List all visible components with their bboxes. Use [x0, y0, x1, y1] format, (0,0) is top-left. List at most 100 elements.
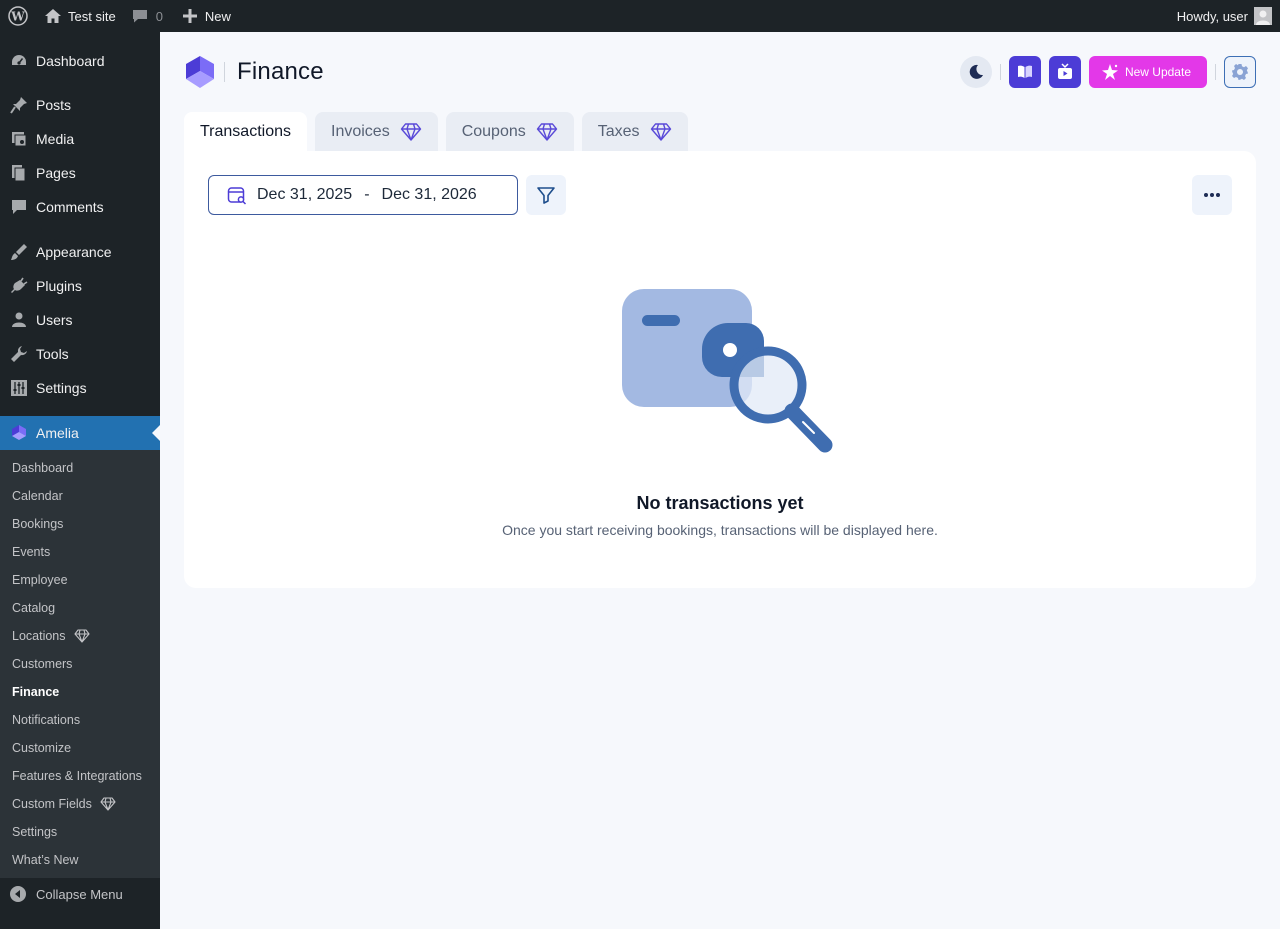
sidebar-item-label: Dashboard	[36, 53, 105, 69]
date-range-picker[interactable]: Dec 31, 2025 - Dec 31, 2026	[208, 175, 518, 215]
submenu-item-whats-new[interactable]: What’s New	[0, 846, 160, 874]
empty-state-description: Once you start receiving bookings, trans…	[502, 522, 938, 538]
tab-transactions[interactable]: Transactions	[184, 112, 307, 151]
sidebar-item-label: Media	[36, 131, 75, 147]
submenu-item-customize[interactable]: Customize	[0, 734, 160, 762]
submenu-item-dashboard[interactable]: Dashboard	[0, 454, 160, 482]
new-content-link[interactable]: New	[175, 0, 239, 32]
diamond-icon	[650, 122, 671, 141]
site-name-link[interactable]: Test site	[36, 0, 124, 32]
dark-mode-toggle[interactable]	[959, 56, 992, 88]
sidebar-item-comments[interactable]: Comments	[0, 190, 160, 224]
tab-invoices[interactable]: Invoices	[315, 112, 438, 151]
wrench-icon	[10, 345, 28, 363]
comments-count: 0	[155, 8, 163, 24]
submenu-item-notifications[interactable]: Notifications	[0, 706, 160, 734]
date-end: Dec 31, 2026	[381, 186, 477, 203]
submenu-item-calendar[interactable]: Calendar	[0, 482, 160, 510]
submenu-item-label: Employee	[12, 573, 68, 587]
submenu-item-events[interactable]: Events	[0, 538, 160, 566]
submenu-item-label: Locations	[12, 629, 66, 643]
documentation-button[interactable]	[1008, 56, 1041, 88]
moon-icon	[969, 64, 983, 79]
plug-icon	[10, 277, 28, 295]
sidebar-item-label: Posts	[36, 97, 72, 113]
sidebar-item-plugins[interactable]: Plugins	[0, 269, 160, 303]
filter-button[interactable]	[526, 175, 566, 215]
amelia-submenu: Dashboard Calendar Bookings Events Emplo…	[0, 450, 160, 878]
video-tutorials-button[interactable]	[1048, 56, 1081, 88]
sidebar-item-posts[interactable]: Posts	[0, 88, 160, 122]
empty-state-title: No transactions yet	[636, 493, 804, 513]
sidebar-item-pages[interactable]: Pages	[0, 156, 160, 190]
submenu-item-locations[interactable]: Locations	[0, 622, 160, 650]
book-icon	[1017, 65, 1032, 78]
diamond-icon	[536, 122, 557, 141]
submenu-item-label: What’s New	[12, 853, 79, 867]
sidebar-item-label: Amelia	[36, 425, 79, 441]
empty-wallet-search-illustration	[620, 285, 836, 455]
main-content: Finance New Update Transactions Invoices…	[160, 32, 1280, 929]
site-name: Test site	[68, 8, 116, 24]
svg-text:W: W	[10, 10, 25, 24]
media-icon	[10, 130, 28, 148]
sidebar-item-users[interactable]: Users	[0, 303, 160, 337]
sliders-icon	[10, 379, 28, 397]
submenu-item-custom-fields[interactable]: Custom Fields	[0, 790, 160, 818]
submenu-item-features-integrations[interactable]: Features & Integrations	[0, 762, 160, 790]
home-icon	[44, 8, 62, 24]
submenu-item-bookings[interactable]: Bookings	[0, 510, 160, 538]
pin-icon	[10, 96, 28, 114]
more-dots-icon	[1204, 193, 1220, 197]
wordpress-logo-icon[interactable]: W	[0, 0, 36, 32]
sidebar-item-label: Plugins	[36, 278, 82, 294]
date-separator: -	[364, 186, 370, 203]
collapse-menu-button[interactable]: Collapse Menu	[0, 878, 160, 910]
more-options-button[interactable]	[1192, 175, 1232, 215]
amelia-icon	[10, 424, 28, 442]
sidebar-item-settings[interactable]: Settings	[0, 371, 160, 405]
page-title: Finance	[237, 58, 324, 85]
account-menu[interactable]: Howdy, user	[1169, 0, 1272, 32]
tab-coupons[interactable]: Coupons	[445, 112, 574, 151]
submenu-item-catalog[interactable]: Catalog	[0, 594, 160, 622]
sidebar-item-label: Users	[36, 312, 73, 328]
submenu-item-label: Customers	[12, 657, 73, 671]
sidebar-item-label: Comments	[36, 199, 104, 215]
sidebar-item-media[interactable]: Media	[0, 122, 160, 156]
video-icon	[1057, 63, 1072, 79]
collapse-arrow-icon	[10, 886, 26, 902]
submenu-item-settings[interactable]: Settings	[0, 818, 160, 846]
diamond-icon	[73, 629, 90, 643]
sidebar-item-dashboard[interactable]: Dashboard	[0, 44, 160, 78]
comments-link[interactable]: 0	[124, 0, 171, 32]
submenu-item-finance[interactable]: Finance	[0, 678, 160, 706]
collapse-label: Collapse Menu	[36, 886, 123, 902]
tab-label: Transactions	[200, 122, 291, 140]
submenu-item-label: Finance	[12, 685, 60, 699]
sidebar-item-label: Tools	[36, 346, 69, 362]
submenu-item-employee[interactable]: Employee	[0, 566, 160, 594]
tab-label: Invoices	[331, 122, 390, 140]
sidebar-item-amelia[interactable]: Amelia	[0, 416, 160, 450]
comment-icon	[132, 8, 148, 24]
user-icon	[10, 311, 28, 329]
gear-icon	[1232, 64, 1248, 80]
amelia-logo-icon	[184, 55, 216, 89]
submenu-item-label: Events	[12, 545, 51, 559]
greeting: Howdy, user	[1176, 8, 1248, 24]
submenu-item-label: Features & Integrations	[12, 769, 142, 783]
submenu-item-customers[interactable]: Customers	[0, 650, 160, 678]
submenu-item-label: Settings	[12, 825, 58, 839]
finance-tabs: Transactions Invoices Coupons Taxes	[184, 112, 688, 151]
page-header: Finance New Update	[184, 54, 1256, 90]
sidebar-item-tools[interactable]: Tools	[0, 337, 160, 371]
diamond-icon	[400, 122, 421, 141]
tab-taxes[interactable]: Taxes	[581, 112, 688, 151]
settings-button[interactable]	[1224, 56, 1256, 88]
new-update-button[interactable]: New Update	[1088, 56, 1207, 88]
tab-label: Coupons	[461, 122, 526, 140]
avatar	[1254, 7, 1272, 25]
sidebar-item-appearance[interactable]: Appearance	[0, 235, 160, 269]
diamond-icon	[100, 797, 116, 811]
